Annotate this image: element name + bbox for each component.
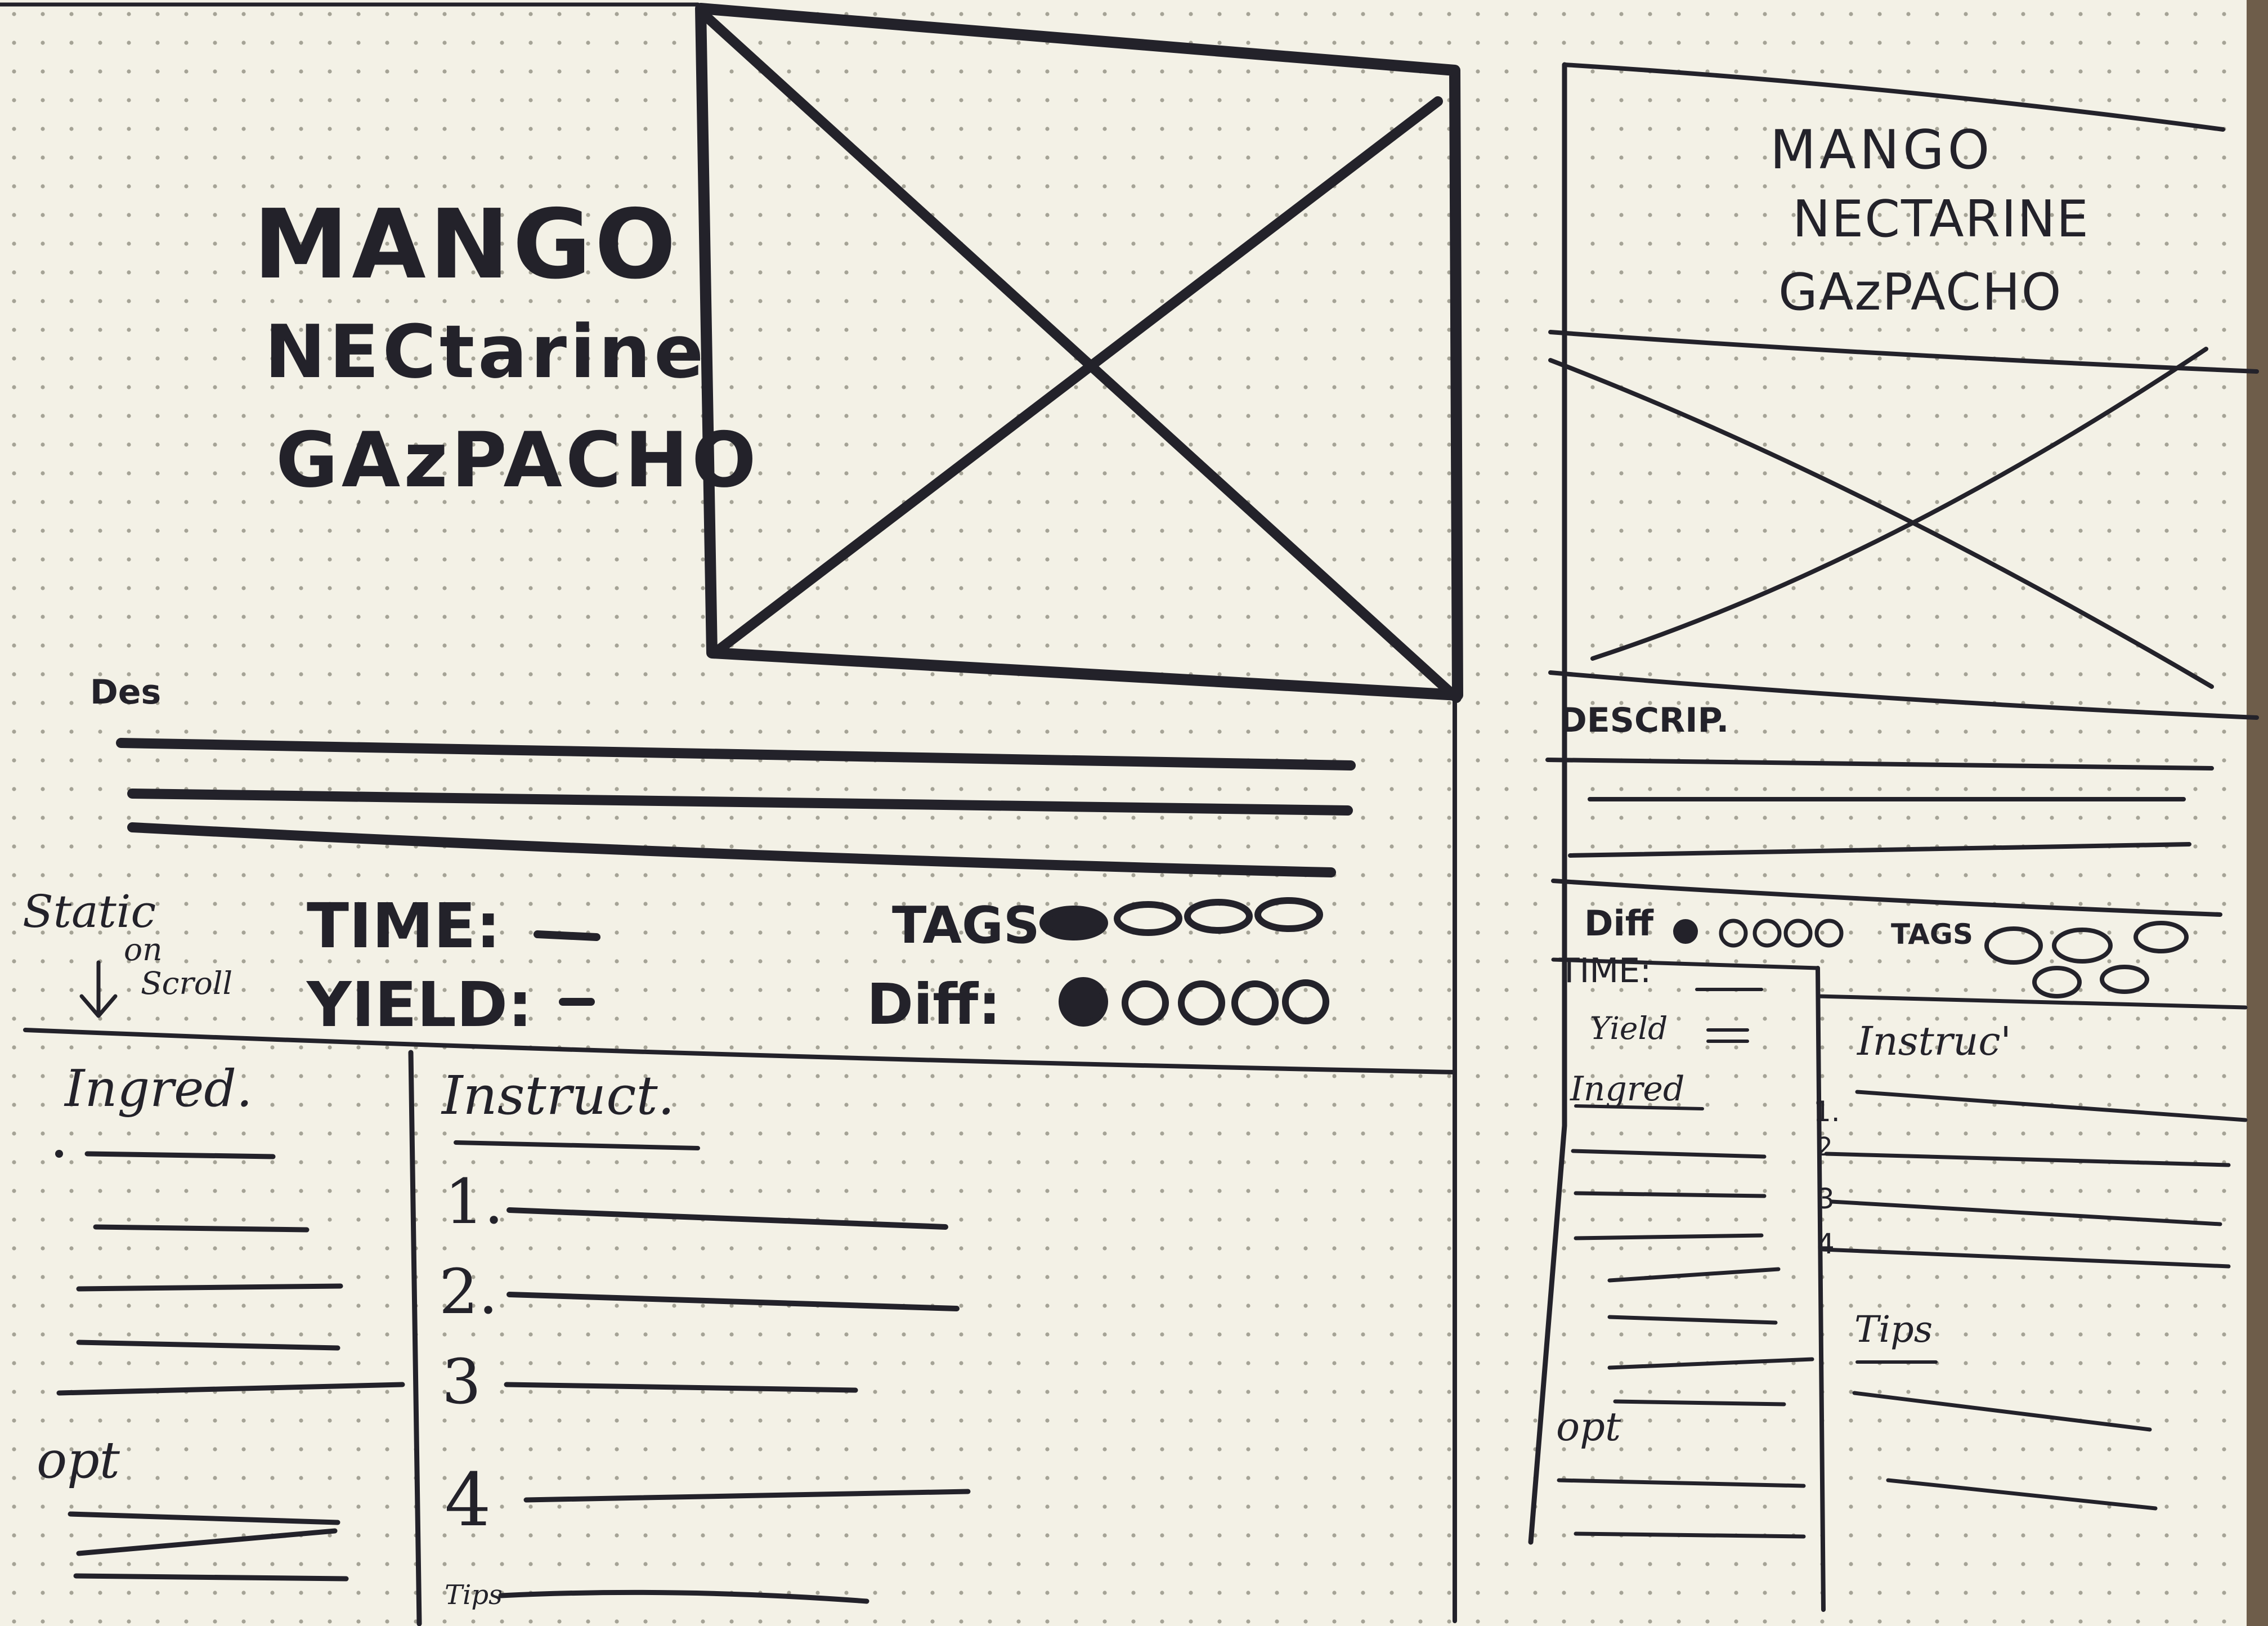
desktop-title-line-2: NECtarine [265, 309, 707, 395]
mobile-step-number-4: 4 [1817, 1228, 1835, 1260]
mobile-time-label: TIME: [1559, 951, 1652, 991]
mobile-tags-label: TAGS [1891, 918, 1973, 951]
diff-dot-1 [1059, 977, 1108, 1027]
desktop-title-line-3: GAzPACHO [276, 416, 760, 504]
mobile-title-line-3: GAzPACHO [1778, 263, 2063, 322]
static-note-line-3: Scroll [141, 965, 233, 1001]
desktop-description-label: Des [90, 673, 162, 712]
static-note-line-2: on [124, 931, 163, 967]
mobile-description-label: DESCRIP. [1559, 701, 1729, 740]
mobile-title-line-2: NECTARINE [1792, 190, 2090, 249]
desktop-step-number-2: 2. [439, 1256, 498, 1328]
desktop-step-number-3: 3 [442, 1346, 481, 1418]
mobile-diff-label: Diff [1584, 903, 1653, 944]
desktop-step-number-1: 1. [445, 1166, 504, 1238]
tag-pill-1 [1039, 906, 1108, 940]
desktop-step-number-4: 4 [445, 1457, 491, 1543]
mobile-step-number-1: 1. [1813, 1095, 1840, 1128]
mobile-title-line-1: MANGO [1770, 119, 1993, 181]
desktop-tags-label: TAGS [892, 896, 1040, 955]
time-value-dash [534, 930, 600, 941]
desktop-diff-label: Diff: [867, 971, 1001, 1037]
desktop-time-label: TIME: [307, 890, 501, 962]
mobile-optional-label: opt [1556, 1404, 1621, 1450]
desktop-yield-label: YIELD: [307, 969, 533, 1041]
desktop-ingredients-label: Ingred. [65, 1059, 253, 1118]
mobile-step-number-3: 3 [1817, 1182, 1835, 1215]
mobile-yield-label: Yield [1590, 1010, 1668, 1046]
desktop-instructions-label: Instruct. [442, 1065, 675, 1127]
desktop-optional-label: opt [37, 1431, 120, 1490]
mobile-instructions-label: Instruc' [1857, 1018, 2011, 1064]
mobile-ingredients-label: Ingred [1570, 1069, 1685, 1109]
mobile-step-number-2: 2 [1817, 1132, 1833, 1162]
static-note-line-1: Static [23, 885, 156, 938]
desktop-title-line-1: MANGO [253, 189, 680, 301]
mobile-tips-label: Tips [1854, 1309, 1933, 1351]
desktop-tips-label: Tips [445, 1579, 503, 1611]
